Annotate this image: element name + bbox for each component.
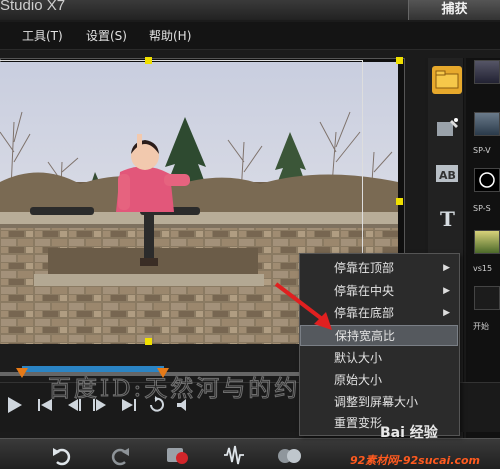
app-title: Studio X7	[0, 0, 66, 14]
media-folder-icon[interactable]	[432, 66, 462, 94]
undo-icon[interactable]	[50, 444, 74, 466]
title-bar: Studio X7 捕获	[0, 0, 500, 20]
baidu-jingyan-logo: Bai 经验	[380, 425, 438, 441]
menu-item-fit-to-screen[interactable]: 调整到屏幕大小	[300, 392, 458, 413]
effects-icon[interactable]	[432, 114, 462, 142]
redo-icon[interactable]	[108, 444, 132, 466]
library-thumb[interactable]	[474, 112, 500, 136]
thumb-label: SP-S	[473, 204, 491, 213]
menu-item-label: 停靠在顶部	[334, 261, 395, 275]
menu-item-label: 默认大小	[334, 351, 383, 365]
svg-text:T: T	[440, 207, 455, 231]
track-manager-icon[interactable]	[276, 444, 301, 466]
watermark-text: 百度ID:天然河与的约	[47, 376, 301, 403]
annotation-arrow-icon	[274, 282, 332, 330]
library-thumb[interactable]	[474, 286, 500, 310]
menu-settings[interactable]: 设置(S)	[86, 27, 127, 44]
menu-item-label: 停靠在底部	[334, 306, 395, 320]
menu-item-label: 调整到屏幕大小	[334, 395, 419, 409]
menu-tools[interactable]: 工具(T)	[22, 27, 63, 44]
library-thumb[interactable]	[474, 230, 500, 254]
audio-icon[interactable]	[222, 444, 246, 466]
tab-capture[interactable]: 捕获	[408, 0, 500, 20]
site-watermark: 92素材网-92sucai.com	[350, 454, 480, 467]
text-t-icon[interactable]: T	[432, 204, 462, 232]
library-thumb[interactable]	[474, 168, 500, 192]
thumb-label: 开始	[473, 322, 489, 331]
resize-handle-top-right[interactable]	[396, 57, 403, 64]
resize-handle-bottom[interactable]	[145, 338, 152, 345]
menu-item-dock-top[interactable]: 停靠在顶部 ▶	[300, 258, 458, 279]
menu-item-original-size[interactable]: 原始大小	[300, 370, 458, 391]
resize-handle-right[interactable]	[396, 198, 403, 205]
resize-handle-top[interactable]	[145, 57, 152, 64]
menu-item-label: 保持宽高比	[335, 329, 396, 343]
menu-item-label: 原始大小	[334, 373, 383, 387]
crop-guide-top	[0, 60, 362, 61]
title-ab-icon[interactable]: AB	[432, 160, 462, 188]
record-icon[interactable]	[165, 444, 189, 466]
tab-capture-label: 捕获	[441, 2, 468, 17]
thumb-label: vs15	[473, 264, 493, 273]
submenu-arrow-icon: ▶	[443, 263, 450, 273]
play-icon[interactable]	[3, 394, 25, 414]
menu-help[interactable]: 帮助(H)	[149, 27, 191, 44]
submenu-arrow-icon: ▶	[443, 308, 450, 318]
menu-item-label: 重置变形	[334, 416, 383, 430]
svg-text:AB: AB	[439, 169, 456, 182]
library-thumbnails: SP-V SP-S vs15 开始	[466, 58, 500, 438]
submenu-arrow-icon: ▶	[443, 286, 450, 296]
thumb-label: SP-V	[473, 146, 491, 155]
folder-icon[interactable]	[474, 60, 500, 84]
trim-start-marker[interactable]	[16, 368, 28, 380]
menu-item-label: 停靠在中央	[334, 284, 395, 298]
menu-bar: 工具(T) 设置(S) 帮助(H)	[0, 22, 500, 50]
menu-item-default-size[interactable]: 默认大小	[300, 348, 458, 369]
